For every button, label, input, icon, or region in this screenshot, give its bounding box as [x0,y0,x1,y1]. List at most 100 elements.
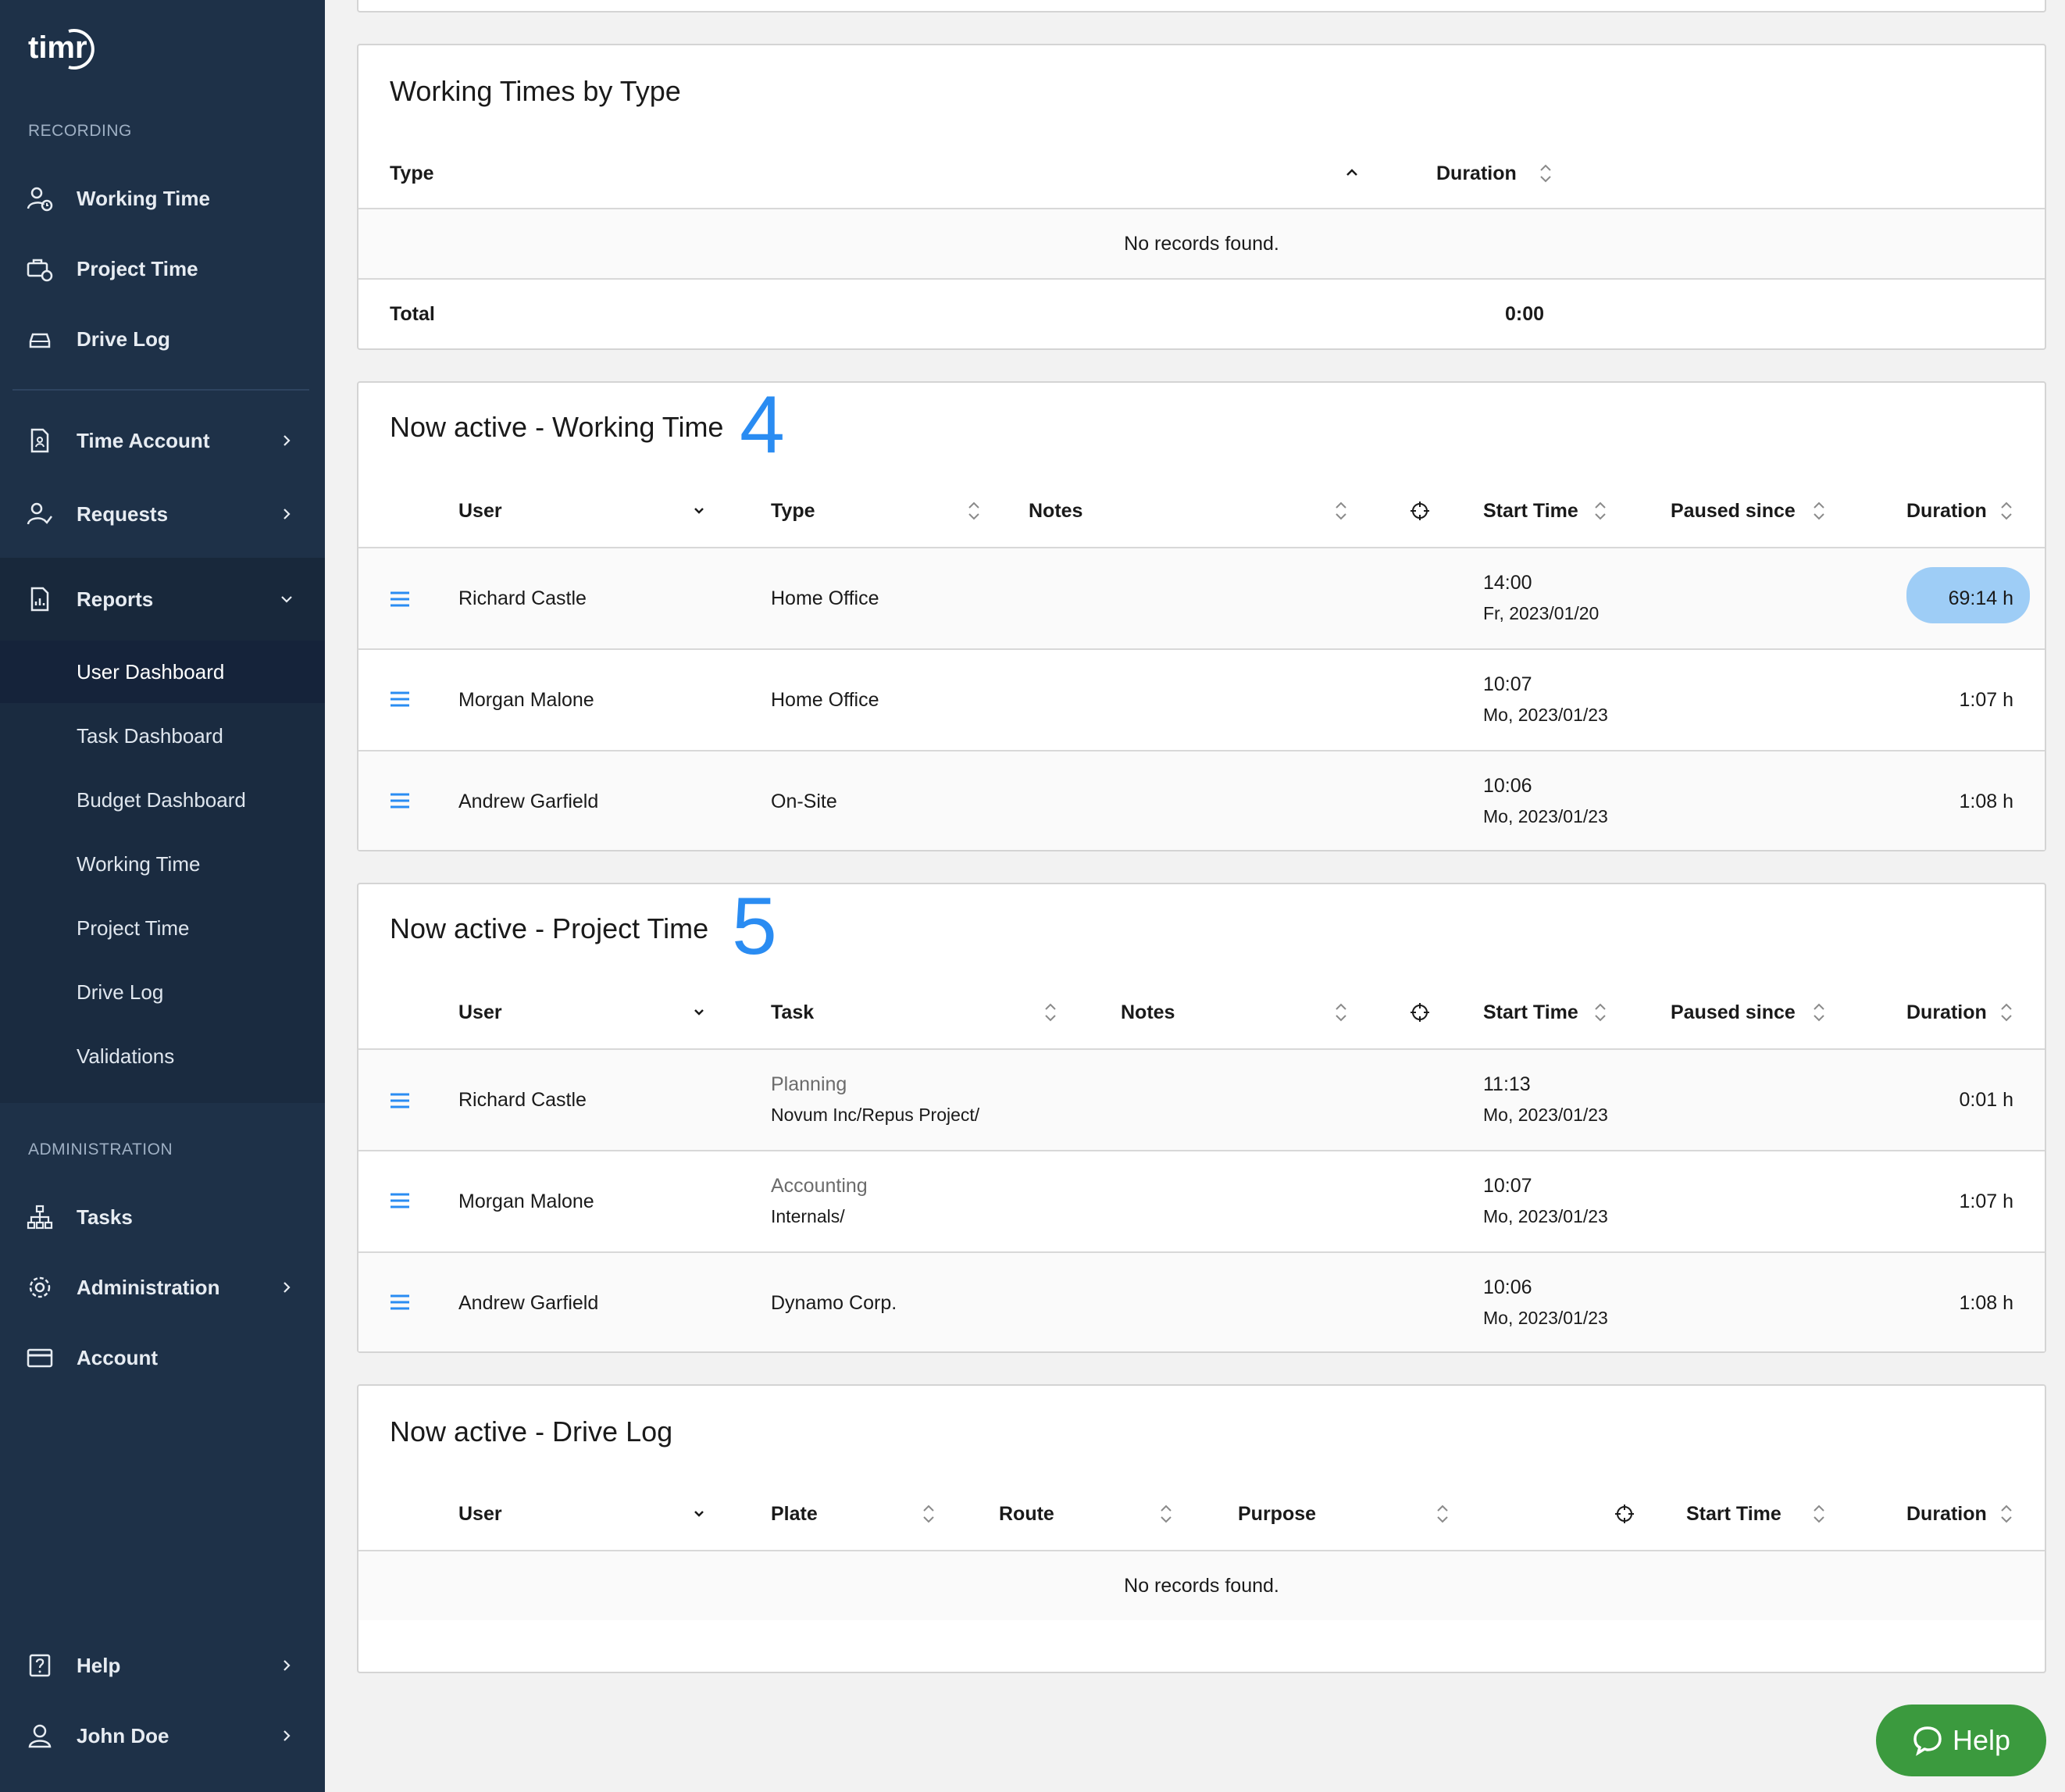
sidebar-item-tasks[interactable]: Tasks [0,1186,325,1248]
help-chat-button[interactable]: Help [1876,1705,2046,1776]
table-row[interactable]: Andrew Garfield Dynamo Corp. 10:06 Mo, 2… [358,1253,2045,1351]
column-header-duration[interactable]: Duration [1906,1001,1987,1024]
column-header-task[interactable]: Task [771,1001,814,1024]
table-row[interactable]: Morgan Malone Home Office 10:07 Mo, 2023… [358,650,2045,750]
sort-icon[interactable] [1811,500,1827,522]
column-header-notes[interactable]: Notes [1029,500,1082,523]
hamburger-menu-icon[interactable] [390,1294,410,1311]
sidebar-item-help[interactable]: Help [0,1634,325,1697]
user-name: Richard Castle [458,587,587,609]
column-header-plate[interactable]: Plate [771,1503,818,1526]
column-header-duration[interactable]: Duration [1436,162,1517,185]
hamburger-menu-icon[interactable] [390,691,410,708]
user-icon [27,1722,53,1749]
crosshair-icon[interactable] [1410,500,1430,522]
chevron-down-icon[interactable] [691,1001,707,1023]
annotation-number: 4 [740,380,785,470]
column-header-notes[interactable]: Notes [1121,1001,1175,1024]
sort-icon[interactable] [1592,1001,1608,1023]
submenu-project-time[interactable]: Project Time [0,897,325,959]
sidebar-item-account[interactable]: Account [0,1326,325,1389]
user-name: Andrew Garfield [458,1292,599,1314]
submenu-task-dashboard[interactable]: Task Dashboard [0,705,325,767]
sort-icon[interactable] [921,1503,936,1525]
sidebar-item-reports[interactable]: Reports [0,558,325,641]
car-icon [27,326,53,352]
start-date: Mo, 2023/01/23 [1483,1308,1608,1328]
table-row[interactable]: Morgan Malone Accounting Internals/ 10:0… [358,1151,2045,1251]
hamburger-menu-icon[interactable] [390,792,410,809]
column-header-user[interactable]: User [458,1001,502,1024]
hamburger-menu-icon[interactable] [390,591,410,608]
table-divider [358,278,2045,280]
column-header-paused-since[interactable]: Paused since [1671,1001,1796,1024]
sort-icon[interactable] [1811,1503,1827,1525]
table-row[interactable]: Andrew Garfield On-Site 10:06 Mo, 2023/0… [358,751,2045,850]
sidebar-item-working-time[interactable]: Working Time [0,167,325,230]
column-header-type[interactable]: Type [771,500,815,523]
chat-bubble-icon [1913,1726,1942,1756]
sidebar-item-administration[interactable]: Administration [0,1256,325,1319]
sidebar-item-user-profile[interactable]: John Doe [0,1705,325,1767]
help-icon [27,1652,53,1679]
sort-icon[interactable] [1043,1001,1058,1023]
sort-icon[interactable] [1999,1001,2014,1023]
column-header-user[interactable]: User [458,500,502,523]
sort-ascending-icon[interactable] [1344,162,1360,184]
sidebar-item-label: Tasks [77,1205,133,1229]
reports-submenu: User Dashboard Task Dashboard Budget Das… [0,641,325,1103]
start-time: 11:13 [1483,1073,1531,1095]
hamburger-menu-icon[interactable] [390,1192,410,1209]
submenu-budget-dashboard[interactable]: Budget Dashboard [0,769,325,831]
column-header-start-time[interactable]: Start Time [1483,500,1578,523]
sidebar-item-drive-log[interactable]: Drive Log [0,308,325,370]
crosshair-icon[interactable] [1410,1001,1430,1023]
sidebar-item-label: Administration [77,1275,220,1299]
sort-icon[interactable] [1592,500,1608,522]
table-row[interactable]: Richard Castle Planning Novum Inc/Repus … [358,1050,2045,1150]
start-time: 14:00 [1483,572,1532,594]
submenu-working-time[interactable]: Working Time [0,833,325,895]
chevron-right-icon [284,435,291,446]
column-header-paused-since[interactable]: Paused since [1671,500,1796,523]
submenu-drive-log[interactable]: Drive Log [0,961,325,1023]
column-header-user[interactable]: User [458,1503,502,1526]
previous-panel-edge [357,0,2046,12]
column-header-start-time[interactable]: Start Time [1483,1001,1578,1024]
start-date: Mo, 2023/01/23 [1483,1206,1608,1226]
sort-icon[interactable] [1811,1001,1827,1023]
crosshair-icon[interactable] [1614,1503,1635,1525]
submenu-validations[interactable]: Validations [0,1025,325,1087]
hamburger-menu-icon[interactable] [390,1092,410,1109]
task-name: Planning [771,1073,847,1095]
sort-icon[interactable] [966,500,982,522]
column-header-route[interactable]: Route [999,1503,1054,1526]
sort-icon[interactable] [1333,500,1349,522]
start-date: Mo, 2023/01/23 [1483,806,1608,826]
sidebar-item-requests[interactable]: Requests [0,483,325,545]
type-value: Home Office [771,587,879,609]
sort-icon[interactable] [1999,1503,2014,1525]
active-working-time-panel: Now active - Working Time 4 User Type No… [357,381,2046,851]
column-header-duration[interactable]: Duration [1906,1503,1987,1526]
column-header-duration[interactable]: Duration [1906,500,1987,523]
sort-icon[interactable] [1999,500,2014,522]
sort-icon[interactable] [1158,1503,1174,1525]
total-label: Total [390,303,435,325]
column-header-type[interactable]: Type [390,162,434,185]
sidebar-item-time-account[interactable]: Time Account [0,409,325,472]
chevron-down-icon[interactable] [691,1503,707,1525]
sidebar-item-project-time[interactable]: Project Time [0,237,325,300]
timr-logo[interactable]: timr [27,23,97,70]
submenu-user-dashboard[interactable]: User Dashboard [0,641,325,703]
column-header-start-time[interactable]: Start Time [1686,1503,1781,1526]
sort-icon[interactable] [1435,1503,1450,1525]
panel-title: Now active - Project Time [390,912,709,944]
chevron-down-icon[interactable] [691,500,707,522]
sidebar-item-label: Time Account [77,428,210,452]
sort-icon[interactable] [1538,162,1553,184]
svg-text:timr: timr [28,30,87,65]
table-row[interactable]: Richard Castle Home Office 14:00 Fr, 202… [358,548,2045,648]
column-header-purpose[interactable]: Purpose [1238,1503,1316,1526]
sort-icon[interactable] [1333,1001,1349,1023]
